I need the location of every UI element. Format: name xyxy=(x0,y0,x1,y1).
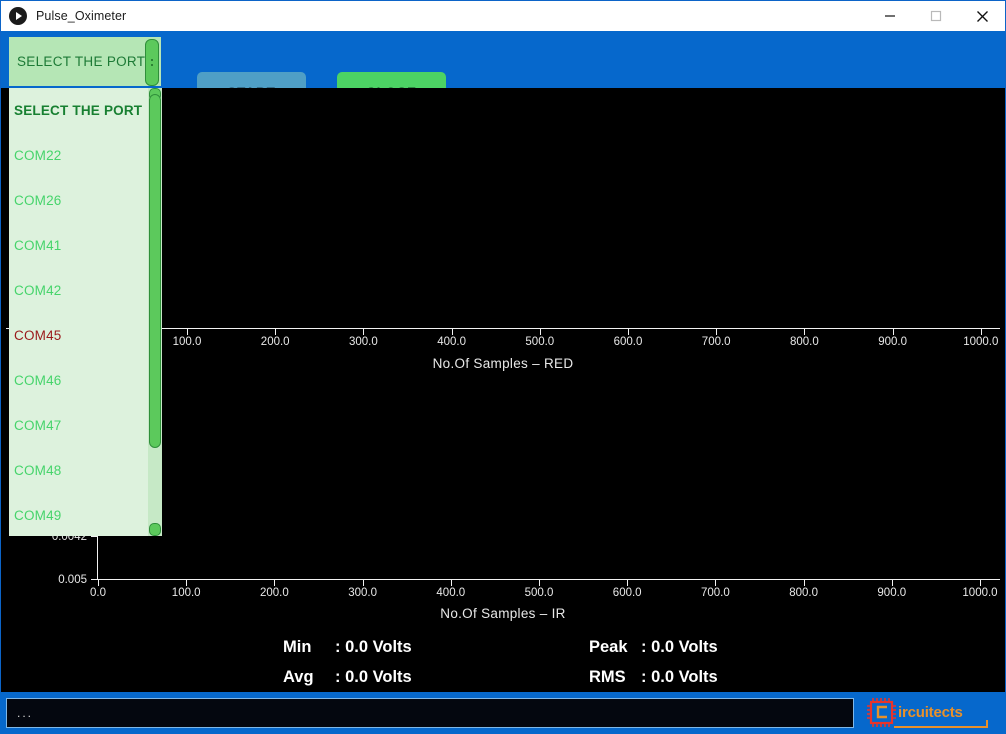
ir-x-axis-title: No.Of Samples – IR xyxy=(440,606,566,621)
circuitects-logo: ircuitects xyxy=(864,692,990,732)
axis-tick-label: 1000.0 xyxy=(962,587,998,599)
port-option-com45[interactable]: COM45 xyxy=(9,313,161,358)
port-option-com49[interactable]: COM49 xyxy=(9,493,161,536)
axis-tick-label: 300.0 xyxy=(349,336,378,348)
axis-tick xyxy=(363,328,365,335)
status-bar: ... xyxy=(0,692,1006,734)
play-circle-icon xyxy=(9,7,27,25)
axis-tick-label: 600.0 xyxy=(613,336,643,348)
logo-text: ircuitects xyxy=(898,703,963,721)
port-select-combobox[interactable]: SELECT THE PORT xyxy=(9,37,161,86)
axis-tick-label: 900.0 xyxy=(877,587,907,599)
axis-tick xyxy=(539,328,541,335)
port-option-com42[interactable]: COM42 xyxy=(9,268,161,313)
app-window: Pulse_Oximeter START CLOSE 100.0200.0300… xyxy=(0,0,1006,734)
axis-tick xyxy=(715,579,717,586)
axis-tick-label: 600.0 xyxy=(612,587,642,599)
port-option-select-the-port[interactable]: SELECT THE PORT xyxy=(9,88,161,133)
axis-tick-label: 700.0 xyxy=(701,336,731,348)
axis-tick xyxy=(98,579,99,586)
axis-tick xyxy=(628,328,629,335)
axis-tick-label: 1000.0 xyxy=(963,336,999,348)
axis-tick xyxy=(187,328,188,335)
axis-tick xyxy=(275,328,277,335)
axis-tick-label: 100.0 xyxy=(172,336,202,348)
axis-tick-label: 500.0 xyxy=(524,587,554,599)
ir-y-tick-label: 0.005 xyxy=(58,574,87,586)
scrollbar-thumb[interactable] xyxy=(149,94,161,448)
axis-tick xyxy=(980,579,981,586)
stat-peak: Peak : 0.0 Volts xyxy=(589,638,718,657)
axis-tick xyxy=(891,579,893,586)
minimize-button[interactable] xyxy=(867,1,913,32)
axis-tick-label: 700.0 xyxy=(701,587,730,599)
ir-x-axis-line xyxy=(97,579,1000,580)
axis-tick xyxy=(627,579,629,586)
logo-underline xyxy=(894,720,988,728)
stat-min-value: : 0.0 Volts xyxy=(335,638,412,656)
axis-tick xyxy=(450,579,452,586)
chip-c-icon xyxy=(866,697,897,728)
port-option-com41[interactable]: COM41 xyxy=(9,223,161,268)
axis-tick-label: 0.0 xyxy=(90,587,106,599)
axis-tick-label: 100.0 xyxy=(171,587,201,599)
axis-tick-label: 800.0 xyxy=(790,336,819,348)
stat-rms: RMS : 0.0 Volts xyxy=(589,668,718,687)
axis-tick-label: 400.0 xyxy=(437,336,466,348)
axis-tick xyxy=(539,579,540,586)
axis-tick-label: 200.0 xyxy=(260,336,290,348)
scrollbar-down-button[interactable] xyxy=(149,523,161,536)
axis-tick xyxy=(362,579,364,586)
window-controls xyxy=(867,1,1005,32)
stats-panel: Min : 0.0 Volts Avg : 0.0 Volts Peak : 0.0 … xyxy=(1,630,1005,692)
close-window-button[interactable] xyxy=(959,1,1005,32)
axis-tick-label: 200.0 xyxy=(260,587,289,599)
maximize-button[interactable] xyxy=(913,1,959,32)
stat-min-key: Min xyxy=(283,638,312,656)
port-select-dropdown[interactable]: SELECT THE PORT COM22 COM26 COM41 COM42 COM45… xyxy=(9,88,161,536)
axis-tick xyxy=(803,579,805,586)
axis-tick-label: 400.0 xyxy=(436,587,466,599)
port-option-com48[interactable]: COM48 xyxy=(9,448,161,493)
axis-tick xyxy=(804,328,806,335)
window-title: Pulse_Oximeter xyxy=(36,9,127,23)
stat-peak-key: Peak xyxy=(589,638,628,656)
status-message-field[interactable]: ... xyxy=(6,698,854,728)
axis-tick xyxy=(186,579,188,586)
axis-tick-label: 900.0 xyxy=(878,336,907,348)
port-option-com47[interactable]: COM47 xyxy=(9,403,161,448)
ir-y-axis-line xyxy=(97,532,98,580)
title-bar: Pulse_Oximeter xyxy=(0,0,1006,31)
dropdown-scrollbar[interactable] xyxy=(148,88,162,536)
axis-tick xyxy=(980,328,982,335)
axis-tick xyxy=(274,579,276,586)
stat-peak-value: : 0.0 Volts xyxy=(641,638,718,656)
port-option-com22[interactable]: COM22 xyxy=(9,133,161,178)
stat-avg-value: : 0.0 Volts xyxy=(335,668,412,686)
combobox-grip-icon[interactable] xyxy=(145,39,159,86)
axis-tick xyxy=(716,328,718,335)
stat-rms-key: RMS xyxy=(589,668,626,686)
port-option-com46[interactable]: COM46 xyxy=(9,358,161,403)
axis-tick-label: 300.0 xyxy=(348,587,377,599)
stat-avg: Avg : 0.0 Volts xyxy=(283,668,412,687)
axis-tick xyxy=(892,328,894,335)
axis-tick xyxy=(451,328,453,335)
port-select-value: SELECT THE PORT xyxy=(17,54,146,69)
ir-y-tick xyxy=(91,536,98,537)
stat-avg-key: Avg xyxy=(283,668,314,686)
axis-tick-label: 800.0 xyxy=(789,587,818,599)
stat-min: Min : 0.0 Volts xyxy=(283,638,412,657)
axis-tick-label: 500.0 xyxy=(525,336,555,348)
port-option-com26[interactable]: COM26 xyxy=(9,178,161,223)
stat-rms-value: : 0.0 Volts xyxy=(641,668,718,686)
ir-y-tick xyxy=(91,579,98,580)
